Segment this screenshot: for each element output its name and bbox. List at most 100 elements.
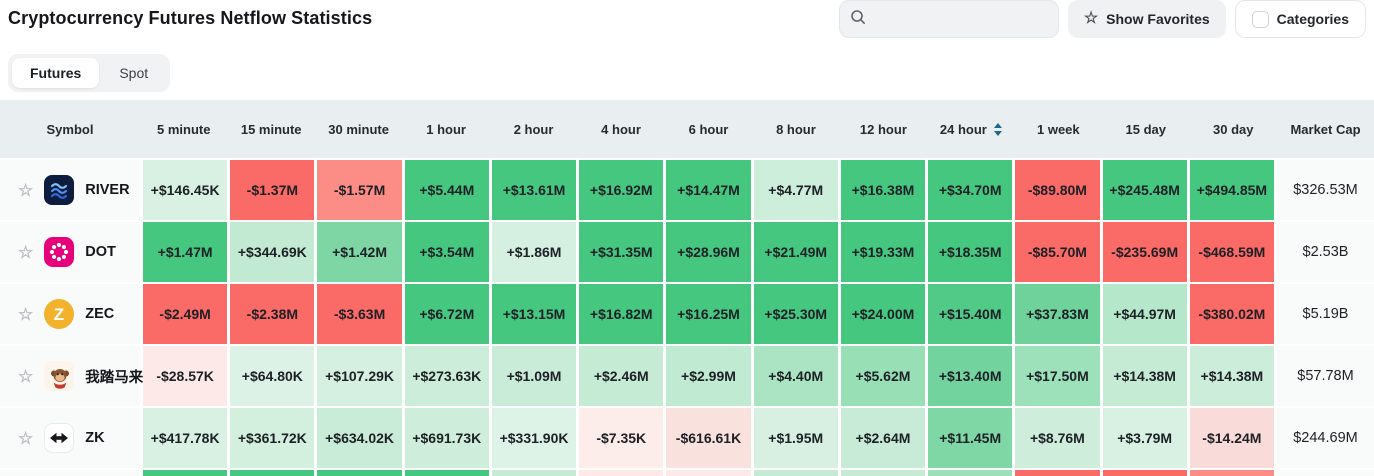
- netflow-cell-30-day: -$380.02M: [1189, 284, 1274, 344]
- col-header-label: 4 hour: [601, 121, 641, 137]
- search-box[interactable]: [838, 0, 1059, 38]
- market-cap-cell: $2.53B: [1276, 222, 1374, 282]
- netflow-cell-15-day: +$14.38M: [1102, 346, 1187, 406]
- netflow-cell-5-minute: +$1.47M: [143, 222, 228, 282]
- netflow-cell-30-minute: +$107.29K: [317, 346, 402, 406]
- river-icon: [44, 175, 75, 205]
- topbar-actions: ☆ Show Favorites Categories: [838, 0, 1366, 38]
- checkbox-icon[interactable]: [1251, 10, 1269, 28]
- netflow-cell-1-hour: +$6.72M: [404, 284, 489, 344]
- table-row: ☆ 我踏马来了 -$28.57K +$64.80K +$107.29K +$273.63K…: [0, 346, 1374, 406]
- col-header-12-hour[interactable]: 12 hour: [840, 100, 927, 158]
- netflow-cell-15-day: -$235.69M: [1102, 222, 1187, 282]
- search-input[interactable]: [871, 10, 1048, 28]
- categories-button[interactable]: Categories: [1234, 0, 1366, 38]
- netflow-cell-15-minute: -$2.38M: [230, 284, 315, 344]
- market-cap-cell: $5.19B: [1276, 284, 1374, 344]
- col-header-2-hour[interactable]: 2 hour: [490, 100, 577, 158]
- col-header-15-minute[interactable]: 15 minute: [227, 100, 314, 158]
- col-header-label: 5 minute: [156, 121, 211, 137]
- netflow-cell-1-week: +$8.76M: [1015, 408, 1100, 468]
- zcash-icon: Z: [44, 299, 75, 329]
- netflow-cell-1-week: -$85.70M: [1015, 222, 1100, 282]
- sort-arrows-icon[interactable]: [993, 122, 1002, 136]
- netflow-cell-8-hour: +$4.40M: [753, 346, 838, 406]
- netflow-cell-12-hour: +$24.00M: [840, 284, 926, 344]
- table-row: ☆ Z ZEC -$2.49M -$2.38M -$3.63M +$6.72M +$13.15…: [0, 284, 1374, 344]
- col-header-30-day[interactable]: 30 day: [1190, 100, 1277, 158]
- col-header-8-hour[interactable]: 8 hour: [752, 100, 839, 158]
- col-header-label: 15 minute: [240, 121, 302, 137]
- col-header-label: 6 hour: [688, 121, 729, 137]
- netflow-cell-1-hour: +$5.44M: [404, 160, 489, 220]
- favorite-star-icon[interactable]: ☆: [18, 306, 33, 323]
- netflow-cell-30-minute: -$1.57M: [317, 160, 402, 220]
- netflow-cell-1-week: +$17.50M: [1015, 346, 1100, 406]
- favorite-star-icon[interactable]: ☆: [18, 430, 33, 447]
- netflow-cell-24-hour: +$34.70M: [928, 160, 1013, 220]
- netflow-cell-5-minute: +$146.45K: [143, 160, 228, 220]
- netflow-cell-15-day: +$3.79M: [1102, 408, 1187, 468]
- netflow-cell-24-hour: +$13.40M: [928, 346, 1013, 406]
- netflow-cell-12-hour: +$16.38M: [840, 160, 926, 220]
- netflow-cell-2-hour: +$13.61M: [491, 160, 577, 220]
- market-cap-cell: $326.53M: [1276, 160, 1374, 220]
- netflow-cell-24-hour: +$18.35M: [928, 222, 1013, 282]
- col-header-symbol[interactable]: Symbol: [0, 100, 140, 158]
- netflow-cell-15-minute: -$1.37M: [230, 160, 315, 220]
- coin-symbol-label: ZEC: [85, 306, 115, 322]
- netflow-cell-4-hour: +$16.82M: [579, 284, 664, 344]
- col-header-6-hour[interactable]: 6 hour: [665, 100, 752, 158]
- favorite-star-icon[interactable]: ☆: [18, 182, 33, 199]
- netflow-cell-15-minute: +$344.69K: [230, 222, 315, 282]
- netflow-cell-6-hour: +$28.96M: [666, 222, 751, 282]
- symbol-cell-zec[interactable]: ☆ Z ZEC: [0, 284, 140, 344]
- favorite-star-icon[interactable]: ☆: [18, 244, 33, 261]
- col-header-5-minute[interactable]: 5 minute: [140, 100, 227, 158]
- netflow-cell-5-minute: -$28.57K: [143, 346, 228, 406]
- symbol-cell--[interactable]: ☆ 我踏马来了: [0, 346, 158, 406]
- netflow-cell-15-minute: +$361.72K: [230, 408, 315, 468]
- col-header-label: 8 hour: [776, 121, 816, 137]
- market-cap-cell: $57.78M: [1276, 346, 1374, 406]
- netflow-cell-8-hour: +$21.49M: [753, 222, 838, 282]
- netflow-cell-5-minute: -$2.49M: [143, 284, 228, 344]
- col-header-1-hour[interactable]: 1 hour: [402, 100, 489, 158]
- netflow-cell-6-hour: +$14.47M: [666, 160, 751, 220]
- tab-futures[interactable]: Futures: [12, 58, 100, 88]
- zksync-icon: [44, 423, 75, 453]
- netflow-cell-30-day: -$468.59M: [1189, 222, 1274, 282]
- netflow-cell-2-hour: +$331.90K: [491, 408, 577, 468]
- col-header-4-hour[interactable]: 4 hour: [577, 100, 664, 158]
- netflow-cell-8-hour: +$4.77M: [753, 160, 838, 220]
- coin-symbol-label: RIVER: [85, 182, 130, 198]
- tab-spot[interactable]: Spot: [101, 58, 166, 88]
- table-header-row: Symbol 5 minute 15 minute 30 minute 1 hour 2 …: [0, 100, 1374, 158]
- col-header-30-minute[interactable]: 30 minute: [315, 100, 402, 158]
- symbol-cell-river[interactable]: ☆ RIVER: [0, 160, 140, 220]
- col-header-24-hour[interactable]: 24 hour: [927, 100, 1014, 158]
- symbol-cell-zk[interactable]: ☆ ZK: [0, 408, 140, 468]
- col-header-1-week[interactable]: 1 week: [1015, 100, 1102, 158]
- col-header-label: 15 day: [1125, 121, 1167, 137]
- netflow-cell-8-hour: +$1.95M: [753, 408, 838, 468]
- col-header-label: 30 minute: [328, 121, 389, 137]
- col-header-market-cap[interactable]: Market Cap: [1277, 100, 1374, 158]
- netflow-table: Symbol 5 minute 15 minute 30 minute 1 hour 2 …: [0, 100, 1374, 476]
- star-icon: ☆: [1083, 10, 1099, 27]
- netflow-cell-15-minute: +$64.80K: [230, 346, 315, 406]
- col-header-label: 1 hour: [426, 121, 466, 137]
- categories-label: Categories: [1276, 11, 1349, 27]
- monkey-meme-icon: [44, 361, 75, 391]
- netflow-cell-30-minute: -$3.63M: [317, 284, 402, 344]
- netflow-cell-4-hour: +$16.92M: [579, 160, 664, 220]
- col-header-15-day[interactable]: 15 day: [1102, 100, 1189, 158]
- netflow-cell-24-hour: +$11.45M: [928, 408, 1013, 468]
- col-header-label: 30 day: [1213, 121, 1254, 137]
- table-row: ☆ DOT +$1.47M +$344.69K +$1.42M +$3.54M +$1.86…: [0, 222, 1374, 282]
- netflow-cell-4-hour: +$2.46M: [579, 346, 664, 406]
- favorite-star-icon[interactable]: ☆: [18, 368, 33, 385]
- show-favorites-button[interactable]: ☆ Show Favorites: [1067, 0, 1226, 38]
- symbol-cell-dot[interactable]: ☆ DOT: [0, 222, 140, 282]
- coin-symbol-label: ZK: [85, 430, 105, 446]
